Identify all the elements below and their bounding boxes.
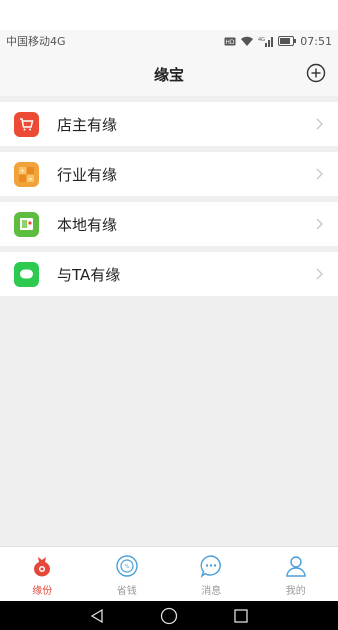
svg-text:%: % [124,564,129,570]
fortune-bag-icon [29,553,55,579]
home-icon [160,607,178,624]
recents-button[interactable] [205,601,277,630]
status-icons: HD 4G 07:51 [224,35,332,48]
hd-icon: HD [224,37,236,46]
signal-icon: 4G [258,36,274,47]
list-item-label: 店主有缘 [57,115,118,134]
svg-text:+: + [20,168,24,174]
chevron-right-icon [316,268,323,280]
menu-list: 店主有缘 + = 行业有缘 本地有缘 与TA有缘 [0,102,338,302]
top-band [0,0,338,30]
back-icon [90,608,103,623]
carrier-label: 中国移动4G [6,35,66,48]
back-button[interactable] [61,601,133,630]
tab-messages[interactable]: 消息 [169,547,254,601]
add-button[interactable] [304,61,328,85]
list-item-label: 行业有缘 [57,165,118,184]
tab-label: 消息 [201,586,222,597]
map-icon [14,211,39,237]
tab-save-money[interactable]: % 省钱 [85,547,170,601]
battery-icon [278,36,297,46]
plus-circle-icon [306,63,326,83]
message-icon [198,553,224,579]
chevron-right-icon [316,168,323,180]
tab-label: 我的 [285,586,306,597]
network-label: 4G [258,37,265,43]
list-item-local[interactable]: 本地有缘 [0,202,338,246]
app-header: 缘宝 [0,52,338,96]
list-item-label: 本地有缘 [57,215,118,234]
user-icon [283,553,309,579]
tab-label: 省钱 [116,586,137,597]
svg-text:=: = [28,176,32,182]
shop-cart-icon [14,111,39,137]
list-item-industry[interactable]: + = 行业有缘 [0,152,338,196]
system-nav-bar [0,601,338,630]
tab-fortune[interactable]: 缘份 [0,547,85,601]
tab-label: 缘份 [32,586,53,597]
tab-profile[interactable]: 我的 [254,547,338,601]
chevron-right-icon [316,118,323,130]
bottom-tab-bar: 缘份 % 省钱 消息 我的 [0,546,338,601]
svg-text:HD: HD [226,39,236,46]
chat-bubble-icon [14,261,39,287]
list-item-with-ta[interactable]: 与TA有缘 [0,252,338,296]
wifi-icon [240,36,254,47]
chevron-right-icon [316,218,323,230]
page-title: 缘宝 [153,65,184,84]
calculator-icon: + = [14,161,39,187]
list-item-shop-owner[interactable]: 店主有缘 [0,102,338,146]
discount-icon: % [114,553,140,579]
recents-icon [234,608,248,623]
home-button[interactable] [133,601,205,630]
clock: 07:51 [300,34,332,48]
list-item-label: 与TA有缘 [57,265,121,284]
status-bar: 中国移动4G HD 4G 07:51 [0,30,338,52]
